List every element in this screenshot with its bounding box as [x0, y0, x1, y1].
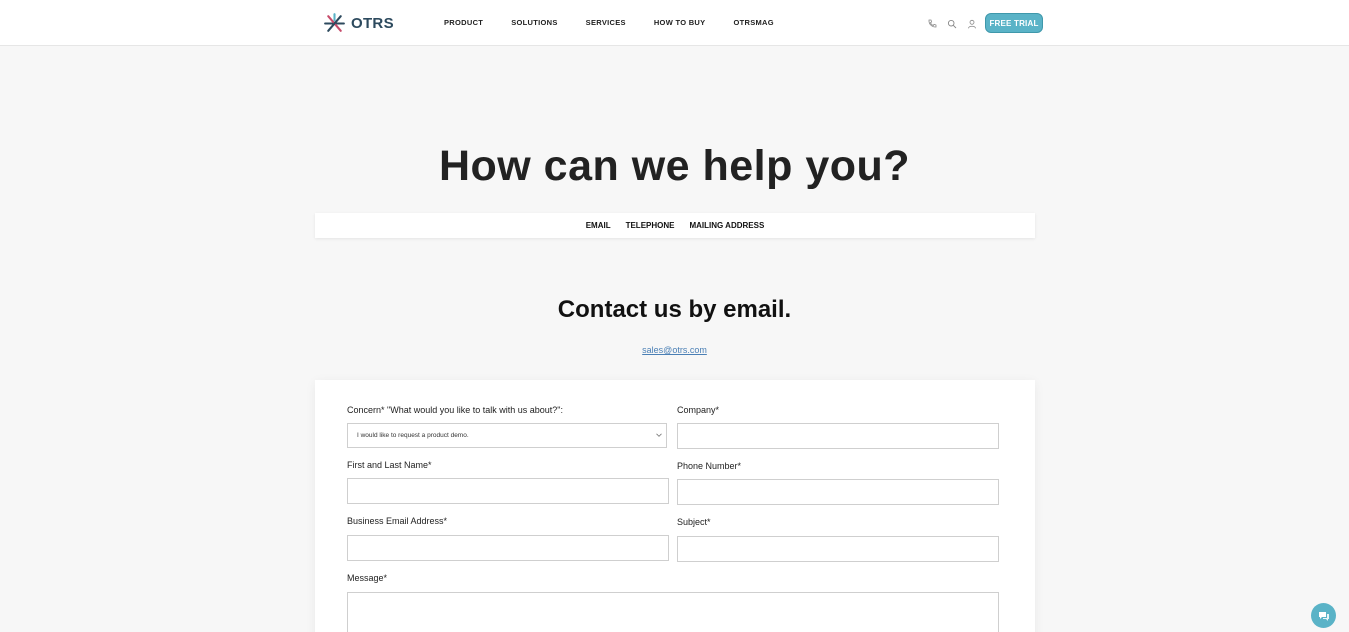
company-input[interactable]	[677, 423, 999, 449]
subject-input[interactable]	[677, 536, 999, 562]
sales-email-link[interactable]: sales@otrs.com	[0, 345, 1349, 355]
phone-input[interactable]	[677, 479, 999, 505]
nav-otrsmag[interactable]: OTRSMAG	[733, 18, 773, 27]
message-label: Message*	[347, 573, 388, 583]
business-email-input[interactable]	[347, 535, 669, 561]
contact-form: Concern* "What would you like to talk wi…	[315, 380, 1035, 632]
search-icon[interactable]	[947, 16, 957, 29]
nav-solutions[interactable]: SOLUTIONS	[511, 18, 557, 27]
nav-services[interactable]: SERVICES	[586, 18, 626, 27]
otrs-logo[interactable]: OTRS	[322, 11, 394, 36]
subnav-telephone[interactable]: TELEPHONE	[626, 221, 675, 230]
subnav-email[interactable]: EMAIL	[586, 221, 611, 230]
section-title: Contact us by email.	[557, 296, 792, 323]
message-textarea[interactable]	[347, 592, 999, 632]
logo-text: OTRS	[351, 15, 394, 32]
contact-subnav: EMAIL TELEPHONE MAILING ADDRESS	[315, 213, 1035, 238]
name-input[interactable]	[347, 478, 669, 504]
concern-select[interactable]: I would like to request a product demo.	[347, 423, 667, 448]
user-icon[interactable]	[967, 16, 977, 29]
page-title: How can we help you?	[438, 142, 911, 190]
main-nav: PRODUCT SOLUTIONS SERVICES HOW TO BUY OT…	[444, 18, 802, 27]
header-tools	[927, 16, 977, 29]
top-navigation-bar: OTRS PRODUCT SOLUTIONS SERVICES HOW TO B…	[0, 0, 1349, 46]
otrs-star-icon	[324, 13, 345, 32]
phone-label: Phone Number*	[677, 461, 742, 471]
subject-label: Subject*	[677, 517, 711, 527]
concern-label: Concern* "What would you like to talk wi…	[347, 405, 563, 415]
concern-select-value: I would like to request a product demo.	[357, 432, 469, 439]
company-label: Company*	[677, 405, 720, 415]
subnav-mailing-address[interactable]: MAILING ADDRESS	[689, 221, 764, 230]
chat-icon	[1318, 611, 1329, 621]
phone-icon[interactable]	[927, 16, 937, 28]
business-email-label: Business Email Address*	[347, 516, 448, 526]
chat-widget-button[interactable]	[1311, 603, 1336, 628]
nav-how-to-buy[interactable]: HOW TO BUY	[654, 18, 706, 27]
chevron-down-icon	[656, 433, 662, 437]
nav-product[interactable]: PRODUCT	[444, 18, 483, 27]
free-trial-button[interactable]: FREE TRIAL	[985, 13, 1043, 33]
name-label: First and Last Name*	[347, 460, 432, 470]
